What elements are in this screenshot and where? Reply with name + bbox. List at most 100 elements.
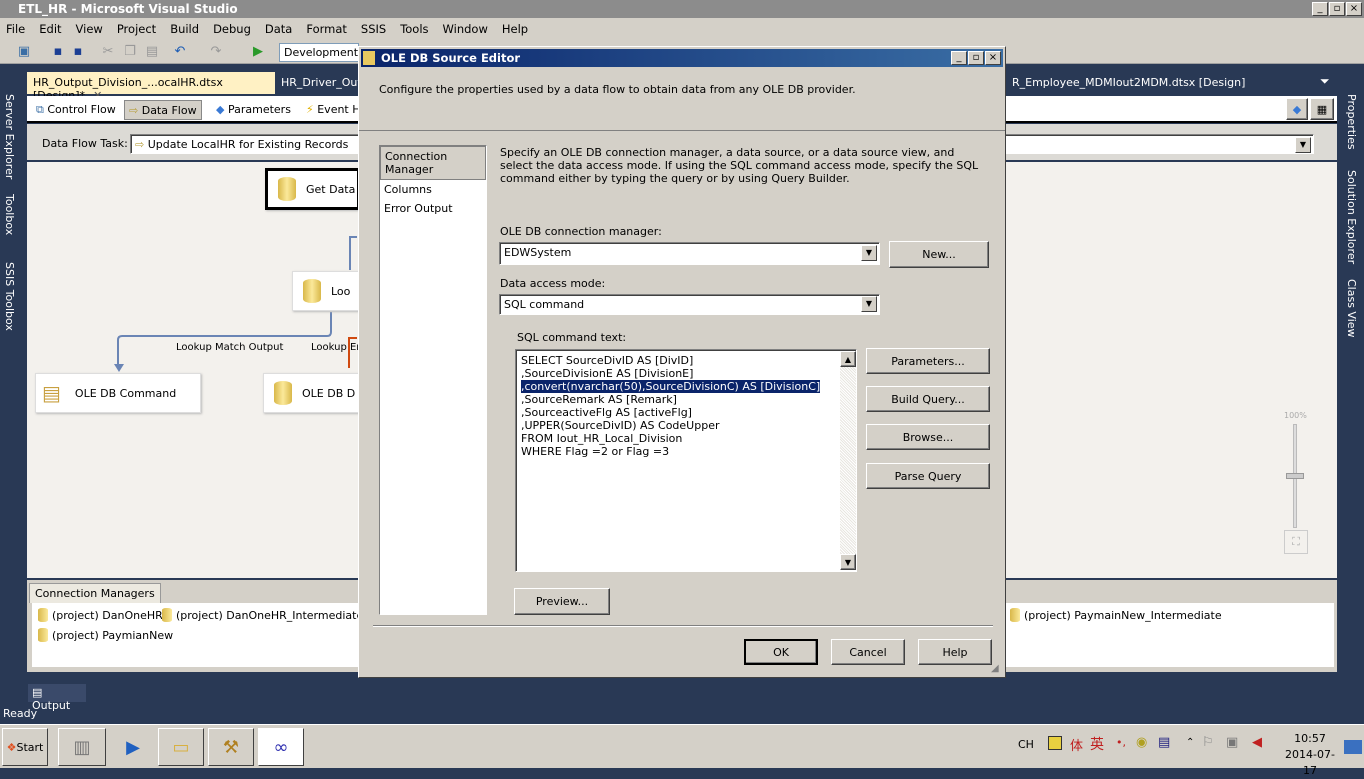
menu-debug[interactable]: Debug <box>213 22 251 36</box>
solution-explorer-tab[interactable]: Solution Explorer <box>1345 170 1358 264</box>
tab-control-flow[interactable]: ⧉ Control Flow <box>32 100 120 120</box>
show-hidden-icons[interactable]: ⌃ <box>1186 737 1194 748</box>
preview-button[interactable]: Preview... <box>514 588 610 615</box>
doc-tab-active[interactable]: HR_Output_Division_...ocalHR.dtsx [Desig… <box>27 72 275 102</box>
dialog-maximize-button[interactable]: ▫ <box>968 51 984 65</box>
action-center-flag-icon[interactable]: ⚐ <box>1202 735 1214 750</box>
visual-studio-taskbar-button[interactable]: ∞ <box>258 728 304 766</box>
properties-tab[interactable]: Properties <box>1345 94 1358 150</box>
resize-grip-icon[interactable]: ◢ <box>991 663 999 674</box>
build-query-button[interactable]: Build Query... <box>866 386 990 412</box>
ime-logo-icon[interactable] <box>1048 736 1062 750</box>
connection-manager-item[interactable]: (project) DanOneHR_Intermediate <box>162 608 363 622</box>
component-ole-db-command[interactable]: ▤ OLE DB Command <box>35 373 201 413</box>
scroll-down-icon[interactable]: ▼ <box>840 554 856 570</box>
class-view-tab[interactable]: Class View <box>1345 279 1358 338</box>
cut-icon[interactable]: ✂ <box>100 44 116 60</box>
chevron-down-icon[interactable]: ▼ <box>861 245 877 261</box>
show-desktop-button[interactable] <box>1344 740 1362 754</box>
connection-manager-item[interactable]: (project) PaymianNew <box>38 628 173 642</box>
server-explorer-tab[interactable]: Server Explorer <box>3 94 16 179</box>
fit-view-icon[interactable]: ⛶ <box>1284 530 1308 554</box>
menu-view[interactable]: View <box>76 22 103 36</box>
tab-event-handlers[interactable]: ⚡ Event H <box>302 100 358 120</box>
copy-icon[interactable]: ❐ <box>122 44 138 60</box>
dialog-minimize-button[interactable]: _ <box>951 51 967 65</box>
sql-scrollbar[interactable] <box>840 351 856 570</box>
doc-tab[interactable]: R_Employee_MDMIout2MDM.dtsx [Design] <box>1006 72 1256 94</box>
save-all-icon[interactable]: ▪ <box>70 44 86 60</box>
dialog-close-button[interactable]: × <box>985 51 1001 65</box>
nav-error-output[interactable]: Error Output <box>380 199 486 218</box>
start-button[interactable]: ❖ Start <box>2 728 48 766</box>
conn-manager-select[interactable]: EDWSystem ▼ <box>499 242 880 265</box>
browse-button[interactable]: Browse... <box>866 424 990 450</box>
solution-configuration-select[interactable]: Development <box>279 43 359 62</box>
connection-manager-item[interactable]: (project) DanOneHR <box>38 608 163 622</box>
data-flow-task-select[interactable]: ⇨ Update LocalHR for Existing Records <box>130 134 360 154</box>
punctuation-icon[interactable]: •, <box>1116 736 1126 749</box>
ssdt-taskbar-button[interactable]: ⚒ <box>208 728 254 766</box>
ime-english-indicator[interactable]: 英 <box>1090 734 1104 754</box>
scroll-up-icon[interactable]: ▲ <box>840 351 856 367</box>
menu-data[interactable]: Data <box>265 22 292 36</box>
designer-options-icon[interactable]: ▦ <box>1310 98 1334 120</box>
component-lookup[interactable]: Loo <box>292 271 360 311</box>
maximize-button[interactable]: ▫ <box>1329 2 1345 16</box>
menu-format[interactable]: Format <box>306 22 347 36</box>
ime-mode-icon[interactable]: 体 <box>1070 735 1083 754</box>
chevron-down-icon[interactable]: ▼ <box>1295 137 1311 153</box>
ok-button[interactable]: OK <box>744 639 818 665</box>
redo-icon[interactable]: ↷ <box>208 44 224 60</box>
conn-manager-label: OLE DB connection manager: <box>500 225 662 238</box>
save-icon[interactable]: ▪ <box>50 44 66 60</box>
chevron-down-icon[interactable]: ▼ <box>861 296 877 312</box>
sql-command-textarea[interactable]: SELECT SourceDivID AS [DivID] ,SourceDiv… <box>515 349 857 572</box>
help-button[interactable]: Help <box>918 639 992 665</box>
paste-icon[interactable]: ▤ <box>144 44 160 60</box>
parameters-button[interactable]: Parameters... <box>866 348 990 374</box>
tab-parameters[interactable]: ◆ Parameters <box>212 100 295 120</box>
component-get-data[interactable]: Get Data <box>265 168 360 210</box>
menu-window[interactable]: Window <box>443 22 488 36</box>
connection-manager-item[interactable]: (project) PaymainNew_Intermediate <box>1010 608 1222 622</box>
ime-soft-keyboard-icon[interactable]: ◉ <box>1136 735 1147 750</box>
zoom-to-fit-icon[interactable]: ◆ <box>1286 98 1308 120</box>
component-ole-db-destination[interactable]: OLE DB D <box>263 373 360 413</box>
parse-query-button[interactable]: Parse Query <box>866 463 990 489</box>
menu-project[interactable]: Project <box>117 22 156 36</box>
new-project-icon[interactable]: ▣ <box>16 44 32 60</box>
doc-tab[interactable]: HR_Driver_Outp <box>275 72 365 94</box>
language-indicator[interactable]: CH <box>1018 738 1034 751</box>
new-button[interactable]: New... <box>889 241 989 268</box>
undo-icon[interactable]: ↶ <box>172 44 188 60</box>
menu-edit[interactable]: Edit <box>39 22 61 36</box>
volume-muted-icon[interactable]: ◀ <box>1252 735 1262 750</box>
menu-build[interactable]: Build <box>170 22 199 36</box>
output-tab[interactable]: ▤ Output <box>28 684 86 712</box>
ssis-toolbox-tab[interactable]: SSIS Toolbox <box>3 262 16 331</box>
tab-dropdown-icon[interactable]: ⏷ <box>1320 74 1330 89</box>
data-access-mode-select[interactable]: SQL command ▼ <box>499 294 880 315</box>
explorer-taskbar-button[interactable]: ▭ <box>158 728 204 766</box>
zoom-slider-thumb[interactable] <box>1286 473 1304 479</box>
menu-file[interactable]: File <box>6 22 25 36</box>
menu-tools[interactable]: Tools <box>400 22 428 36</box>
ime-menu-icon[interactable]: ▤ <box>1158 735 1170 750</box>
menu-ssis[interactable]: SSIS <box>361 22 386 36</box>
menu-help[interactable]: Help <box>502 22 528 36</box>
network-icon[interactable]: ▣ <box>1226 735 1238 750</box>
close-button[interactable]: × <box>1346 2 1362 16</box>
clock[interactable]: 10:57 2014-07-17 <box>1284 731 1336 779</box>
minimize-button[interactable]: _ <box>1312 2 1328 16</box>
server-manager-taskbar-button[interactable]: ▥ <box>58 728 106 766</box>
nav-columns[interactable]: Columns <box>380 180 486 199</box>
powershell-taskbar-button[interactable]: ▶ <box>110 728 156 766</box>
connection-managers-tab[interactable]: Connection Managers <box>29 583 161 603</box>
cancel-button[interactable]: Cancel <box>831 639 905 665</box>
nav-connection-manager[interactable]: Connection Manager <box>380 146 486 180</box>
start-debug-icon[interactable]: ▶ <box>250 44 266 60</box>
tab-data-flow[interactable]: ⇨ Data Flow <box>124 100 202 120</box>
toolbox-tab[interactable]: Toolbox <box>3 194 16 235</box>
data-flow-task-select-right[interactable]: ▼ <box>1000 134 1314 154</box>
